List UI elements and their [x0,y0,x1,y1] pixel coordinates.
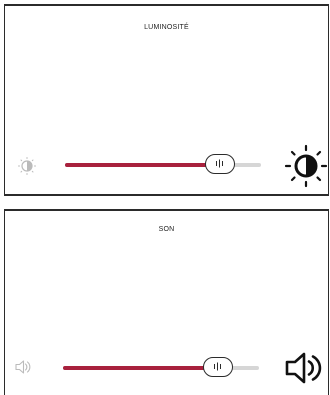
brightness-high-icon [284,144,328,193]
volume-high-icon [283,347,327,394]
volume-slider-fill [63,366,218,370]
volume-slider[interactable] [63,357,259,377]
brightness-slider-thumb[interactable] [204,154,235,174]
sound-title: SON [158,226,175,233]
volume-low-icon [13,357,33,382]
brightness-title: LUMINOSITÉ [144,24,189,31]
brightness-slider[interactable] [65,154,261,174]
brightness-slider-fill [65,163,220,167]
volume-slider-thumb[interactable] [202,357,233,377]
sound-panel: SON [4,209,329,395]
grip-icon [213,362,221,371]
brightness-low-icon [17,156,37,181]
brightness-panel: LUMINOSITÉ [4,4,329,196]
grip-icon [215,159,223,168]
